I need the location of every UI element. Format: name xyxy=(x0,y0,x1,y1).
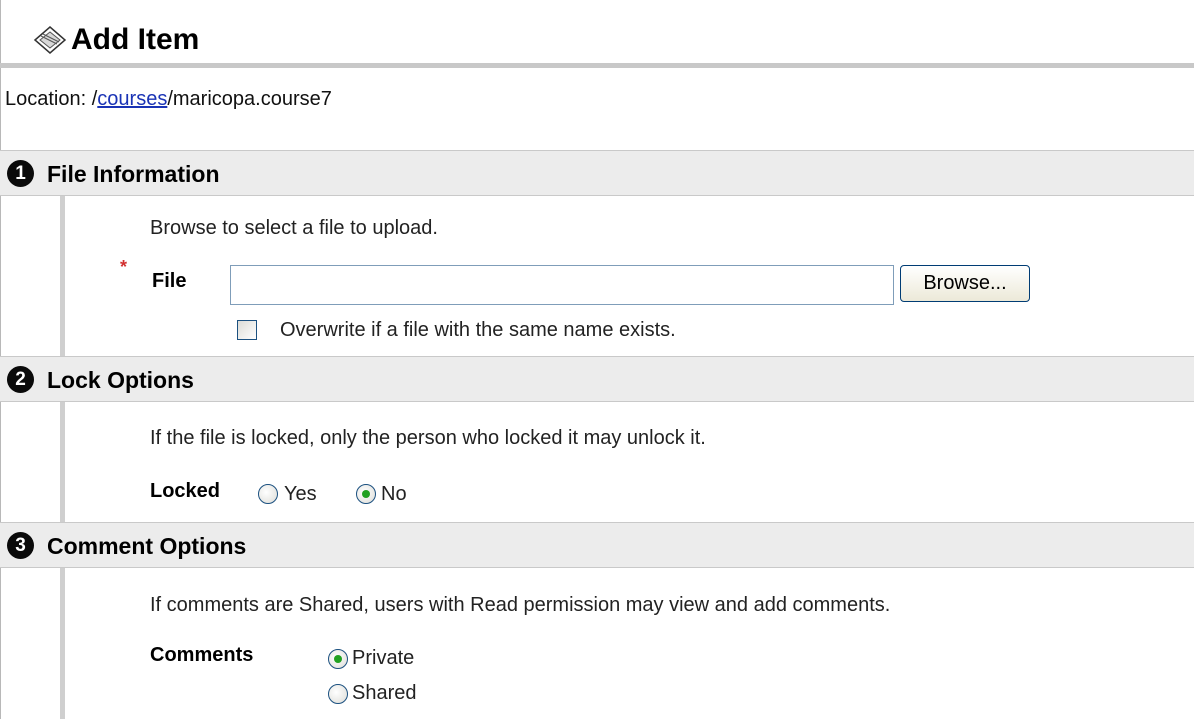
browse-button[interactable]: Browse... xyxy=(900,265,1030,302)
overwrite-label[interactable]: Overwrite if a file with the same name e… xyxy=(280,317,676,343)
location-prefix: Location: / xyxy=(5,88,98,110)
section-title: Comment Options xyxy=(47,533,247,559)
section-title: File Information xyxy=(47,161,220,187)
comments-shared-radio[interactable] xyxy=(328,684,348,704)
radio-selected-dot xyxy=(362,490,370,498)
locked-yes-label[interactable]: Yes xyxy=(284,481,317,507)
locked-yes-radio[interactable] xyxy=(258,484,278,504)
locked-no-label[interactable]: No xyxy=(381,481,407,507)
add-item-icon xyxy=(33,26,67,54)
comments-shared-label[interactable]: Shared xyxy=(352,680,417,706)
locked-label: Locked xyxy=(150,480,221,502)
step-number-badge: 2 xyxy=(7,366,34,393)
lock-instruction: If the file is locked, only the person w… xyxy=(150,427,706,449)
location-suffix: /maricopa.course7 xyxy=(167,88,332,110)
comment-instruction: If comments are Shared, users with Read … xyxy=(150,594,891,616)
comments-private-label[interactable]: Private xyxy=(352,645,414,671)
file-path-input[interactable] xyxy=(230,265,894,305)
section-rule xyxy=(60,402,65,522)
comments-label: Comments xyxy=(150,644,254,666)
comments-private-radio[interactable] xyxy=(328,649,348,669)
step-number-badge: 3 xyxy=(7,532,34,559)
section-title: Lock Options xyxy=(47,367,194,393)
overwrite-checkbox[interactable] xyxy=(237,320,257,340)
section-file-information: 1 File Information xyxy=(0,150,1194,196)
required-marker: * xyxy=(120,257,128,277)
section-comment-options: 3 Comment Options xyxy=(0,522,1194,568)
header-divider xyxy=(0,63,1194,68)
file-instruction: Browse to select a file to upload. xyxy=(150,217,438,239)
radio-selected-dot xyxy=(334,655,342,663)
section-rule xyxy=(60,568,65,719)
step-number-badge: 1 xyxy=(7,160,34,187)
section-rule xyxy=(60,196,65,356)
locked-no-radio[interactable] xyxy=(356,484,376,504)
courses-link[interactable]: courses xyxy=(97,88,167,110)
file-label: File xyxy=(152,270,187,292)
page-title: Add Item xyxy=(71,23,200,56)
section-lock-options: 2 Lock Options xyxy=(0,356,1194,402)
location-breadcrumb: Location: /courses/maricopa.course7 xyxy=(5,86,332,112)
page-header: Add Item xyxy=(1,0,1194,63)
